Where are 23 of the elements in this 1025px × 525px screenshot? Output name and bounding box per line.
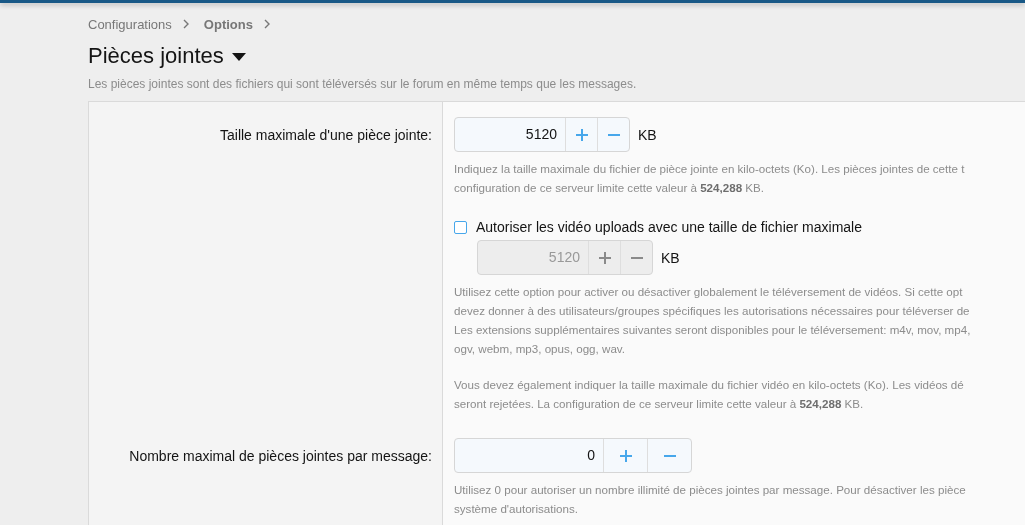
plus-icon: [598, 251, 611, 264]
breadcrumb-link[interactable]: Options: [203, 16, 253, 32]
number-input[interactable]: 0: [454, 438, 692, 473]
help-text: Indiquez la taille maximale du fichier de pièce jointe en kilo-octets (Ko). Les pièces jointes de cette t configuration de ce serveur limite cette valeur à 524,288 KB.: [454, 161, 965, 196]
minus-icon: [630, 256, 643, 259]
chevron-right-icon: [262, 19, 271, 29]
minus-icon: [607, 133, 620, 136]
minus-icon: [663, 454, 676, 457]
number-input[interactable]: 5120: [454, 117, 630, 152]
unit-label: KB: [661, 249, 680, 266]
help-text: Utilisez cette option pour activer ou désactiver globalement le téléversement de vidéos. Si cette opt devez donner à des utilisateurs/groupes spécifiques les autorisations nécessaires pour téléverser de Les extensions supplémentaires suivantes seront disponibles pour le téléversement: m4v, mov, mp4, ogv, webm, mp3, opus, ogg, wav.: [454, 284, 971, 357]
help-text: Vous devez également indiquer la taille maximale du fichier vidéo en kilo-octets (Ko). Les vidéos dé seront rejetées. La configuration de ce serveur limite cette valeur à 524,288 KB.: [454, 377, 964, 412]
caret-down-icon[interactable]: [231, 53, 246, 61]
breadcrumb-link[interactable]: Configurations: [88, 16, 172, 32]
help-text: Utilisez 0 pour autoriser un nombre illimité de pièces jointes par message. Pour désactiver les pièce système d'autorisations.: [454, 482, 966, 517]
plus-icon: [619, 449, 632, 462]
field-label: Nombre maximal de pièces jointes par message:: [129, 448, 432, 464]
page-title: Pièces jointes: [88, 43, 224, 69]
field-label: Taille maximale d'une pièce jointe:: [220, 127, 432, 143]
unit-label: KB: [638, 126, 657, 143]
page-description: Les pièces jointes sont des fichiers qui sont téléversés sur le forum en même temps que les messages.: [88, 77, 638, 91]
chevron-right-icon: [181, 19, 190, 29]
plus-icon: [575, 128, 588, 141]
